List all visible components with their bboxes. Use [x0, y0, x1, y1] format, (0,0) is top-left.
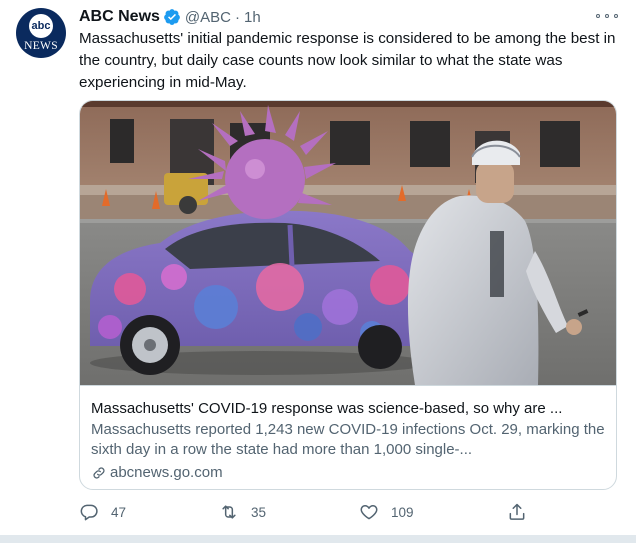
reply-button[interactable]: 47 — [79, 500, 126, 524]
avatar[interactable]: abc NEWS — [16, 8, 66, 58]
like-button[interactable]: 109 — [359, 500, 414, 524]
tweet-actions: 47 35 109 — [79, 500, 549, 524]
like-count: 109 — [391, 504, 414, 520]
card-photo — [80, 101, 616, 385]
verified-badge-icon — [163, 8, 181, 26]
tweet[interactable]: abc NEWS ABC News @ABC · 1h Massachusett… — [0, 0, 636, 543]
share-icon — [509, 503, 525, 520]
reply-count: 47 — [111, 504, 127, 520]
tweet-text: Massachusetts' initial pandemic response… — [79, 30, 616, 91]
avatar-logo-news: NEWS — [24, 40, 58, 52]
bottom-divider — [0, 535, 636, 543]
card-image[interactable] — [80, 101, 616, 385]
reply-icon — [80, 504, 98, 521]
retweet-button[interactable]: 35 — [219, 500, 266, 524]
card-domain-text: abcnews.go.com — [110, 464, 223, 481]
card-domain[interactable]: abcnews.go.com — [91, 463, 607, 483]
link-card[interactable]: Massachusetts' COVID-19 response was sci… — [79, 100, 617, 490]
tweet-header: ABC News @ABC · 1h — [79, 6, 261, 28]
card-description: Massachusetts reported 1,243 new COVID-1… — [91, 421, 605, 458]
separator: · — [234, 8, 240, 26]
heart-icon — [360, 505, 378, 520]
display-name[interactable]: ABC News — [79, 8, 160, 26]
retweet-icon — [222, 505, 236, 519]
retweet-count: 35 — [251, 504, 267, 520]
timestamp[interactable]: 1h — [244, 9, 261, 26]
link-icon — [91, 465, 107, 481]
avatar-logo-abc: abc — [29, 14, 53, 38]
more-icon[interactable] — [596, 8, 618, 24]
handle[interactable]: @ABC — [185, 9, 231, 26]
share-button[interactable] — [507, 500, 539, 524]
card-title[interactable]: Massachusetts' COVID-19 response was sci… — [91, 399, 607, 419]
card-body[interactable]: Massachusetts' COVID-19 response was sci… — [80, 385, 616, 489]
